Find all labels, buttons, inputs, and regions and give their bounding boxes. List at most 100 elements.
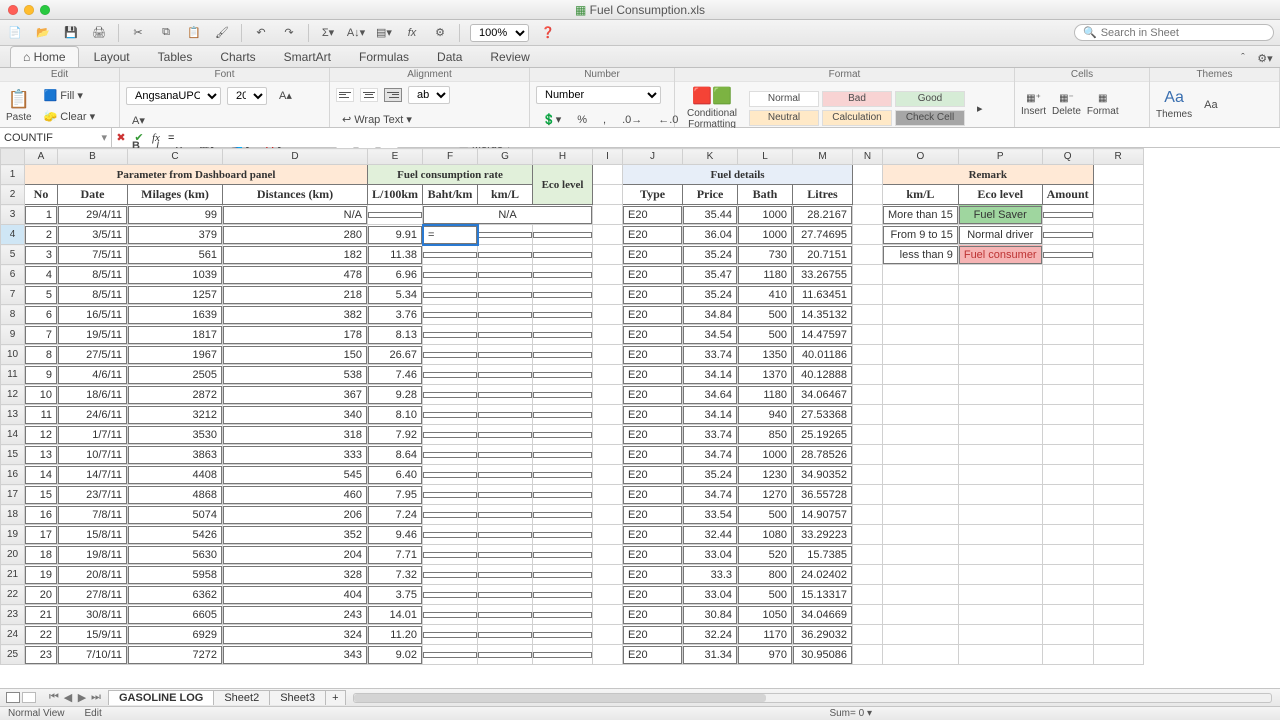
cell[interactable]	[1093, 365, 1143, 385]
row-header-25[interactable]: 25	[1, 645, 25, 665]
cell[interactable]: 8.13	[368, 325, 423, 345]
cell[interactable]	[478, 405, 533, 425]
cell[interactable]	[853, 565, 883, 585]
cell[interactable]: 34.90352	[793, 465, 853, 485]
cell[interactable]	[533, 525, 593, 545]
cell[interactable]: 5	[25, 285, 58, 305]
cell[interactable]: 1639	[128, 305, 223, 325]
cell[interactable]	[958, 305, 1042, 325]
cell[interactable]: Fuel Saver	[958, 205, 1042, 225]
row-header-18[interactable]: 18	[1, 505, 25, 525]
cell[interactable]: 5426	[128, 525, 223, 545]
sheet-nav-next[interactable]: ▶	[76, 691, 88, 704]
cell[interactable]: E20	[623, 345, 683, 365]
cell-style-calculation[interactable]: Calculation	[822, 110, 892, 126]
cell[interactable]: 3/5/11	[58, 225, 128, 245]
search-box[interactable]: 🔍	[1074, 24, 1274, 41]
cell[interactable]	[853, 225, 883, 245]
cell[interactable]: E20	[623, 425, 683, 445]
cell[interactable]: 150	[223, 345, 368, 365]
cell[interactable]	[883, 345, 959, 365]
cell[interactable]: 9.46	[368, 525, 423, 545]
cell[interactable]: 206	[223, 505, 368, 525]
cell[interactable]	[883, 265, 959, 285]
cell[interactable]	[423, 285, 478, 305]
cell[interactable]	[423, 385, 478, 405]
cell[interactable]: 34.14	[683, 405, 738, 425]
cell[interactable]	[533, 485, 593, 505]
cell[interactable]: 11.63451	[793, 285, 853, 305]
redo-button[interactable]: ↷	[280, 24, 298, 42]
cell[interactable]	[533, 625, 593, 645]
cell[interactable]	[1042, 585, 1093, 605]
cell[interactable]	[853, 265, 883, 285]
cell[interactable]: 23/7/11	[58, 485, 128, 505]
column-header-F[interactable]: F	[423, 149, 478, 165]
cell[interactable]	[958, 625, 1042, 645]
cell[interactable]: 9.91	[368, 225, 423, 245]
cell[interactable]: 324	[223, 625, 368, 645]
cell[interactable]: Fuel consumer	[958, 245, 1042, 265]
cell[interactable]: 35.24	[683, 245, 738, 265]
cell[interactable]: 2	[25, 225, 58, 245]
cell[interactable]	[853, 305, 883, 325]
row-header-8[interactable]: 8	[1, 305, 25, 325]
cell[interactable]	[423, 485, 478, 505]
cell[interactable]	[883, 445, 959, 465]
cell[interactable]	[533, 545, 593, 565]
cell[interactable]: 7.71	[368, 545, 423, 565]
cell[interactable]: 1350	[738, 345, 793, 365]
font-size-selector[interactable]: 20	[227, 87, 267, 105]
cell[interactable]: 34.74	[683, 445, 738, 465]
cell[interactable]: 340	[223, 405, 368, 425]
cell[interactable]	[883, 305, 959, 325]
cell[interactable]: E20	[623, 385, 683, 405]
cell[interactable]: 500	[738, 305, 793, 325]
cell[interactable]	[853, 585, 883, 605]
cell[interactable]: Type	[623, 185, 683, 205]
cell[interactable]: 1	[25, 205, 58, 225]
cell[interactable]: 8/5/11	[58, 285, 128, 305]
cell[interactable]: 34.04669	[793, 605, 853, 625]
cell[interactable]: 520	[738, 545, 793, 565]
cell[interactable]	[593, 165, 623, 185]
cell[interactable]: 34.64	[683, 385, 738, 405]
column-header-D[interactable]: D	[223, 149, 368, 165]
cell[interactable]: 1257	[128, 285, 223, 305]
cell[interactable]	[883, 425, 959, 445]
column-header-I[interactable]: I	[593, 149, 623, 165]
cell[interactable]	[423, 625, 478, 645]
cell[interactable]	[1093, 185, 1143, 205]
row-header-20[interactable]: 20	[1, 545, 25, 565]
cell[interactable]: 1967	[128, 345, 223, 365]
cell[interactable]: 14.01	[368, 605, 423, 625]
cell[interactable]: 24/6/11	[58, 405, 128, 425]
cell[interactable]	[1093, 485, 1143, 505]
row-header-14[interactable]: 14	[1, 425, 25, 445]
cell[interactable]	[853, 485, 883, 505]
cell[interactable]	[1042, 365, 1093, 385]
cell[interactable]: 379	[128, 225, 223, 245]
cell[interactable]: 14.35132	[793, 305, 853, 325]
cell[interactable]	[1042, 385, 1093, 405]
cell[interactable]: 13	[25, 445, 58, 465]
cell[interactable]: N/A	[223, 205, 368, 225]
cell[interactable]: 32.24	[683, 625, 738, 645]
row-header-12[interactable]: 12	[1, 385, 25, 405]
cell[interactable]: 1170	[738, 625, 793, 645]
cell[interactable]: 33.29223	[793, 525, 853, 545]
cell[interactable]	[593, 645, 623, 665]
cell[interactable]	[1042, 525, 1093, 545]
cell[interactable]: Price	[683, 185, 738, 205]
cell[interactable]: 33.54	[683, 505, 738, 525]
formula-cancel-button[interactable]: ✖	[112, 131, 130, 144]
cell[interactable]	[853, 205, 883, 225]
cell[interactable]: E20	[623, 465, 683, 485]
row-header-6[interactable]: 6	[1, 265, 25, 285]
cell[interactable]: 12	[25, 425, 58, 445]
cell[interactable]: L/100km	[368, 185, 423, 205]
cell[interactable]	[853, 405, 883, 425]
cell[interactable]	[423, 585, 478, 605]
cell[interactable]	[853, 645, 883, 665]
cell[interactable]	[1093, 205, 1143, 225]
